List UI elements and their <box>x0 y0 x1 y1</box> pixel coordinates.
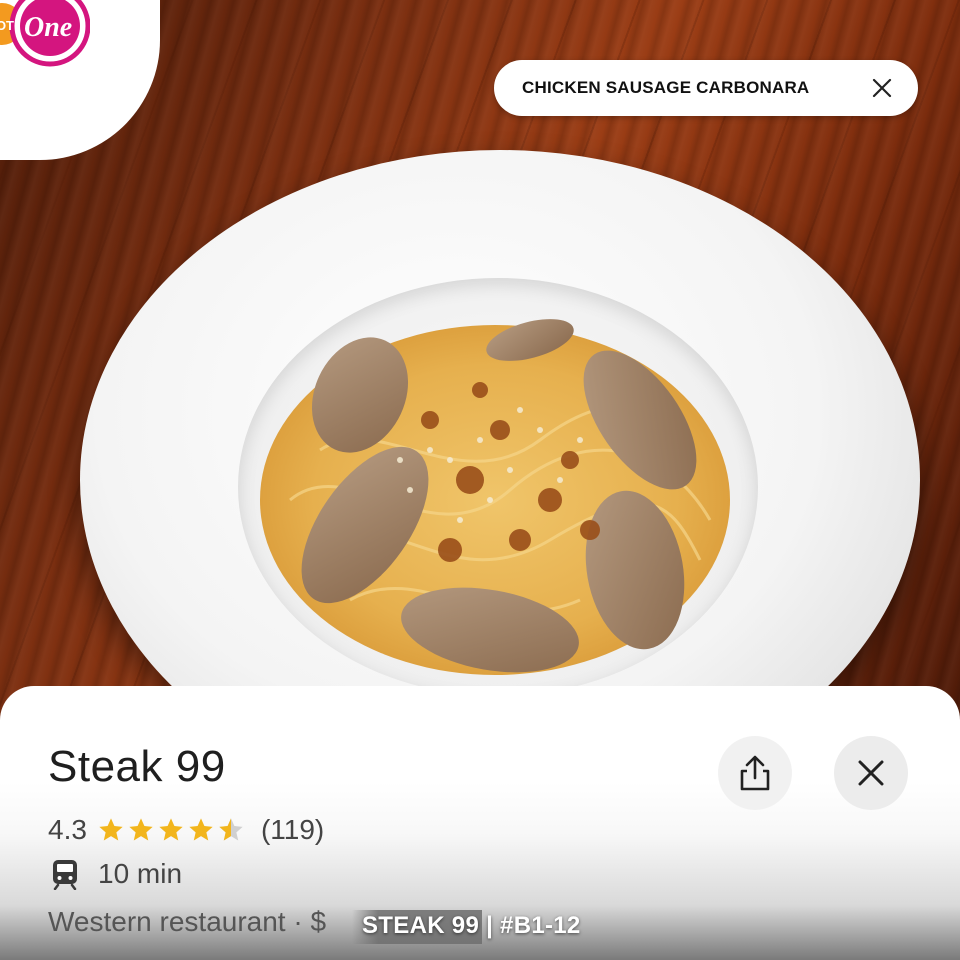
share-icon <box>740 755 770 791</box>
star-icon <box>189 818 213 841</box>
close-icon <box>858 760 884 786</box>
stall-caption: STEAK 99 | #B1-12 <box>362 912 581 939</box>
place-name: Steak 99 <box>48 742 226 791</box>
share-button[interactable] <box>718 736 792 810</box>
travel-time: 10 min <box>98 858 183 889</box>
star-icon <box>159 818 183 841</box>
dish-name-label: CHICKEN SAUSAGE CARBONARA <box>522 78 810 97</box>
train-icon <box>53 860 77 890</box>
star-rating <box>97 816 245 844</box>
pasta-dish-image <box>260 319 730 675</box>
rating-row: 4.3 (119) <box>48 814 324 846</box>
star-icon <box>99 818 123 841</box>
review-count: (119) <box>260 814 325 845</box>
star-icon <box>129 818 153 841</box>
close-button[interactable] <box>834 736 908 810</box>
rating-value: 4.3 <box>48 814 87 845</box>
category-label: Western restaurant · $ <box>48 906 327 937</box>
close-icon[interactable] <box>870 76 894 100</box>
logo-lot-text: LOT <box>0 18 14 33</box>
dish-name-chip: CHICKEN SAUSAGE CARBONARA <box>494 60 918 116</box>
logo-one-text: One <box>24 12 72 43</box>
lot-one-logo: LOT One <box>0 0 90 67</box>
travel-row: 10 min <box>50 858 182 890</box>
half-star-icon <box>219 818 243 841</box>
